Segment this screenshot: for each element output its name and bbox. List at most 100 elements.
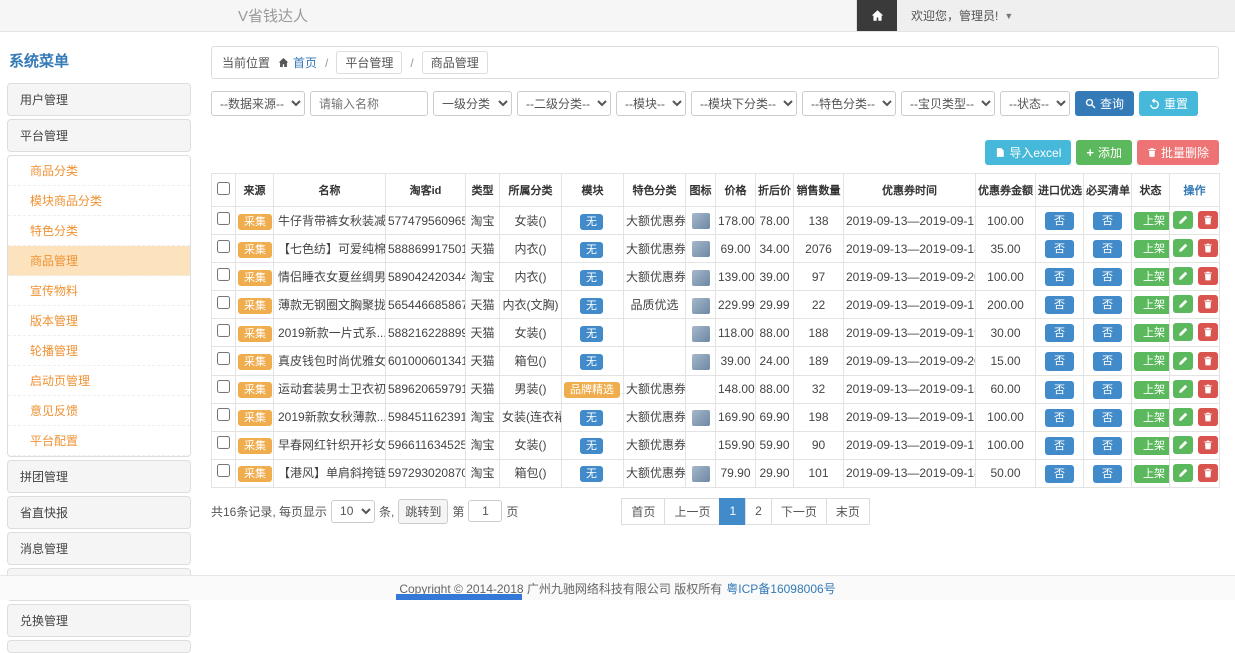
delete-button[interactable] (1198, 464, 1218, 482)
must-buy-toggle[interactable]: 否 (1093, 465, 1122, 483)
edit-button[interactable] (1173, 239, 1193, 257)
name-search-input[interactable] (310, 91, 428, 116)
row-checkbox[interactable] (217, 464, 230, 477)
import-select-toggle[interactable]: 否 (1045, 465, 1074, 483)
filter-select[interactable]: --模块下分类-- (691, 91, 797, 116)
sidebar-submenu-item[interactable]: 平台配置 (8, 426, 190, 456)
row-checkbox[interactable] (217, 296, 230, 309)
import-select-toggle[interactable]: 否 (1045, 268, 1074, 286)
edit-button[interactable] (1173, 211, 1193, 229)
page-button[interactable]: 下一页 (771, 498, 827, 525)
breadcrumb-item[interactable]: 平台管理 (336, 51, 402, 74)
import-select-toggle[interactable]: 否 (1045, 240, 1074, 258)
sidebar-submenu-item[interactable]: 商品管理 (8, 246, 190, 276)
sidebar-menu-item-clipped[interactable] (7, 640, 191, 653)
search-button[interactable]: 查询 (1075, 91, 1134, 116)
sidebar-menu-item[interactable]: 省直快报 (7, 496, 191, 529)
must-buy-toggle[interactable]: 否 (1093, 381, 1122, 399)
sidebar-menu-item[interactable]: 兑换管理 (7, 604, 191, 637)
status-toggle[interactable]: 上架 (1134, 324, 1170, 342)
page-button[interactable]: 首页 (621, 498, 665, 525)
status-toggle[interactable]: 上架 (1134, 409, 1170, 427)
sidebar-submenu-item[interactable]: 商品分类 (8, 156, 190, 186)
sidebar-submenu-item[interactable]: 特色分类 (8, 216, 190, 246)
edit-button[interactable] (1173, 352, 1193, 370)
user-menu[interactable]: 欢迎您，管理员! ▼ (897, 0, 1027, 31)
delete-button[interactable] (1198, 323, 1218, 341)
reset-button[interactable]: 重置 (1139, 91, 1198, 116)
status-toggle[interactable]: 上架 (1134, 465, 1170, 483)
status-toggle[interactable]: 上架 (1134, 381, 1170, 399)
page-button[interactable]: 末页 (826, 498, 870, 525)
delete-button[interactable] (1198, 267, 1218, 285)
edit-button[interactable] (1173, 380, 1193, 398)
edit-button[interactable] (1173, 436, 1193, 454)
sidebar-submenu-item[interactable]: 意见反馈 (8, 396, 190, 426)
batch-delete-button[interactable]: 批量删除 (1137, 140, 1219, 165)
must-buy-toggle[interactable]: 否 (1093, 409, 1122, 427)
sidebar-submenu-item[interactable]: 轮播管理 (8, 336, 190, 366)
row-checkbox[interactable] (217, 212, 230, 225)
status-toggle[interactable]: 上架 (1134, 212, 1170, 230)
page-button[interactable]: 1 (719, 498, 746, 525)
must-buy-toggle[interactable]: 否 (1093, 296, 1122, 314)
filter-select[interactable]: --模块-- (616, 91, 686, 116)
edit-button[interactable] (1173, 408, 1193, 426)
breadcrumb-home-link[interactable]: 首页 (278, 54, 317, 71)
must-buy-toggle[interactable]: 否 (1093, 437, 1122, 455)
sidebar-submenu-item[interactable]: 宣传物料 (8, 276, 190, 306)
delete-button[interactable] (1198, 380, 1218, 398)
row-checkbox[interactable] (217, 240, 230, 253)
sidebar-menu-item[interactable]: 消息管理 (7, 532, 191, 565)
page-button[interactable]: 上一页 (664, 498, 720, 525)
filter-select[interactable]: --宝贝类型-- (901, 91, 995, 116)
page-number-input[interactable] (468, 500, 502, 522)
row-checkbox[interactable] (217, 380, 230, 393)
edit-button[interactable] (1173, 323, 1193, 341)
import-select-toggle[interactable]: 否 (1045, 212, 1074, 230)
per-page-select[interactable]: 10 (331, 500, 375, 523)
must-buy-toggle[interactable]: 否 (1093, 324, 1122, 342)
delete-button[interactable] (1198, 436, 1218, 454)
status-toggle[interactable]: 上架 (1134, 437, 1170, 455)
filter-select[interactable]: 一级分类 (433, 91, 512, 116)
import-select-toggle[interactable]: 否 (1045, 324, 1074, 342)
import-select-toggle[interactable]: 否 (1045, 296, 1074, 314)
filter-select[interactable]: --特色分类-- (802, 91, 896, 116)
must-buy-toggle[interactable]: 否 (1093, 212, 1122, 230)
import-excel-button[interactable]: 导入excel (985, 140, 1071, 165)
select-all-checkbox[interactable] (217, 182, 230, 195)
sidebar-menu-item[interactable]: 拼团管理 (7, 460, 191, 493)
import-select-toggle[interactable]: 否 (1045, 409, 1074, 427)
row-checkbox[interactable] (217, 324, 230, 337)
must-buy-toggle[interactable]: 否 (1093, 352, 1122, 370)
must-buy-toggle[interactable]: 否 (1093, 268, 1122, 286)
status-toggle[interactable]: 上架 (1134, 352, 1170, 370)
delete-button[interactable] (1198, 408, 1218, 426)
status-toggle[interactable]: 上架 (1134, 296, 1170, 314)
row-checkbox[interactable] (217, 268, 230, 281)
delete-button[interactable] (1198, 295, 1218, 313)
edit-button[interactable] (1173, 295, 1193, 313)
row-checkbox[interactable] (217, 408, 230, 421)
delete-button[interactable] (1198, 211, 1218, 229)
page-button[interactable]: 2 (745, 498, 772, 525)
row-checkbox[interactable] (217, 352, 230, 365)
filter-select-data-source[interactable]: --数据来源-- (211, 91, 305, 116)
sidebar-submenu-item[interactable]: 版本管理 (8, 306, 190, 336)
must-buy-toggle[interactable]: 否 (1093, 240, 1122, 258)
sidebar-menu-item[interactable]: 用户管理 (7, 83, 191, 116)
row-checkbox[interactable] (217, 436, 230, 449)
status-toggle[interactable]: 上架 (1134, 268, 1170, 286)
import-select-toggle[interactable]: 否 (1045, 381, 1074, 399)
import-select-toggle[interactable]: 否 (1045, 437, 1074, 455)
filter-select[interactable]: --二级分类-- (517, 91, 611, 116)
sidebar-menu-item[interactable]: 平台管理 (7, 119, 191, 152)
delete-button[interactable] (1198, 352, 1218, 370)
delete-button[interactable] (1198, 239, 1218, 257)
import-select-toggle[interactable]: 否 (1045, 352, 1074, 370)
jump-button[interactable]: 跳转到 (398, 499, 448, 524)
status-toggle[interactable]: 上架 (1134, 240, 1170, 258)
add-button[interactable]: + 添加 (1076, 140, 1132, 165)
icp-link[interactable]: 粤ICP备16098006号 (726, 580, 835, 597)
